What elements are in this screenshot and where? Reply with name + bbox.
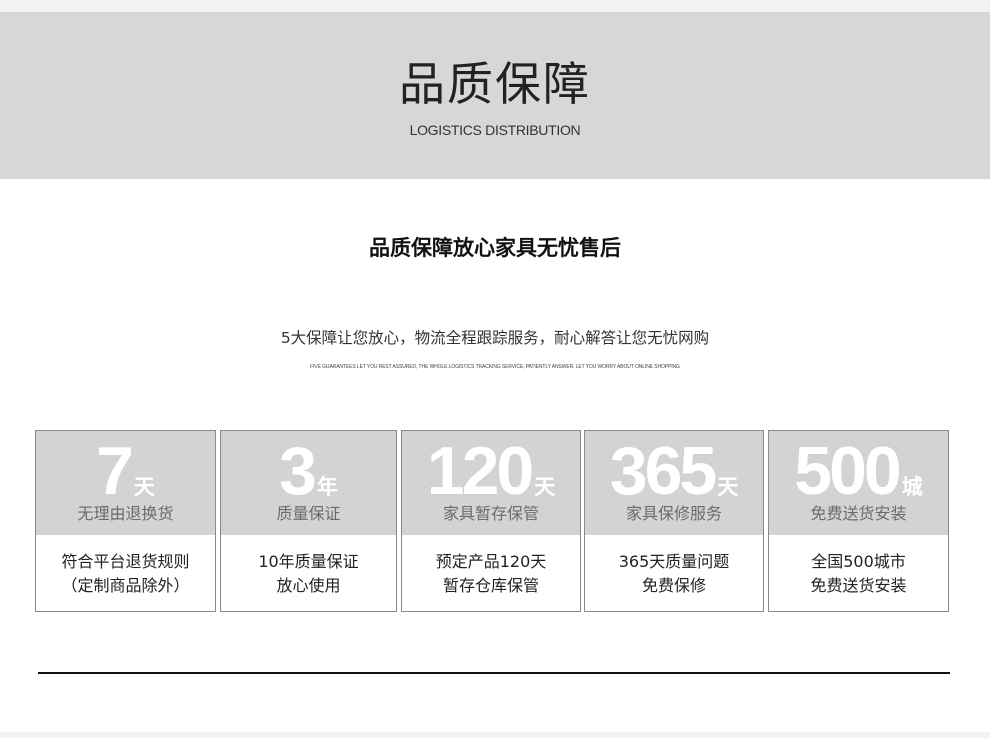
card-top-panel: 365 天 家具保修服务 bbox=[585, 431, 763, 535]
card-description-line: 免费保修 bbox=[641, 576, 706, 595]
card-caption: 质量保证 bbox=[276, 504, 341, 523]
card-description: 符合平台退货规则 （定制商品除外） bbox=[36, 550, 215, 598]
card-description: 365天质量问题 免费保修 bbox=[585, 550, 763, 598]
intro-text: 5大保障让您放心，物流全程跟踪服务，耐心解答让您无忧网购 bbox=[280, 329, 710, 347]
card-unit: 天 bbox=[534, 475, 556, 499]
page: 品质保障 LOGISTICS DISTRIBUTION 品质保障放心家具无忧售后… bbox=[0, 0, 990, 738]
card-top-panel: 3年 质量保证 bbox=[221, 431, 396, 535]
top-strip bbox=[0, 0, 990, 12]
card-description-line: 10年质量保证 bbox=[258, 552, 359, 571]
card-number: 500 bbox=[794, 433, 901, 509]
banner: 品质保障 LOGISTICS DISTRIBUTION bbox=[0, 12, 990, 179]
guarantee-card-quality: 3年 质量保证 10年质量保证 放心使用 bbox=[220, 430, 397, 612]
card-top-panel: 7天 无理由退换货 bbox=[36, 431, 215, 535]
card-top-panel: 120 天 家具暂存保管 bbox=[402, 431, 580, 535]
section-headline: 品质保障放心家具无忧售后 bbox=[369, 236, 621, 260]
card-description-line: 放心使用 bbox=[276, 576, 341, 595]
card-number: 120 bbox=[426, 433, 534, 509]
card-number: 3 bbox=[279, 433, 317, 509]
guarantee-card-storage: 120 天 家具暂存保管 预定产品120天 暂存仓库保管 bbox=[401, 430, 581, 612]
card-description-line: 365天质量问题 bbox=[618, 552, 730, 571]
bottom-strip bbox=[0, 732, 990, 738]
card-unit: 城 bbox=[901, 475, 923, 499]
guarantee-card-return: 7天 无理由退换货 符合平台退货规则 （定制商品除外） bbox=[35, 430, 216, 612]
card-description-line: 暂存仓库保管 bbox=[442, 576, 539, 595]
card-description-line: 预定产品120天 bbox=[435, 552, 547, 571]
card-top-panel: 500 城 免费送货安装 bbox=[769, 431, 948, 535]
card-caption: 家具暂存保管 bbox=[442, 504, 539, 523]
card-unit: 天 bbox=[133, 475, 155, 499]
card-caption: 免费送货安装 bbox=[810, 504, 907, 523]
card-caption: 家具保修服务 bbox=[625, 504, 722, 523]
card-description-line: 免费送货安装 bbox=[810, 576, 907, 595]
card-description-line: 符合平台退货规则 bbox=[61, 552, 190, 571]
banner-subtitle: LOGISTICS DISTRIBUTION bbox=[409, 122, 581, 138]
card-description: 10年质量保证 放心使用 bbox=[221, 550, 396, 598]
card-unit: 天 bbox=[717, 475, 739, 499]
intro-english-text: FIVE GUARANTEES LET YOU REST ASSURED, TH… bbox=[310, 364, 680, 370]
card-number: 7 bbox=[96, 433, 134, 509]
section-divider bbox=[38, 672, 950, 674]
card-number: 365 bbox=[609, 433, 717, 509]
card-description: 预定产品120天 暂存仓库保管 bbox=[402, 550, 580, 598]
guarantee-card-warranty: 365 天 家具保修服务 365天质量问题 免费保修 bbox=[584, 430, 764, 612]
card-unit: 年 bbox=[316, 475, 338, 499]
banner-title: 品质保障 bbox=[399, 57, 591, 111]
card-caption: 无理由退换货 bbox=[77, 504, 174, 523]
card-description-line: （定制商品除外） bbox=[61, 576, 190, 595]
guarantee-card-delivery: 500 城 免费送货安装 全国500城市 免费送货安装 bbox=[768, 430, 949, 612]
card-description: 全国500城市 免费送货安装 bbox=[769, 550, 948, 598]
card-description-line: 全国500城市 bbox=[811, 552, 906, 571]
